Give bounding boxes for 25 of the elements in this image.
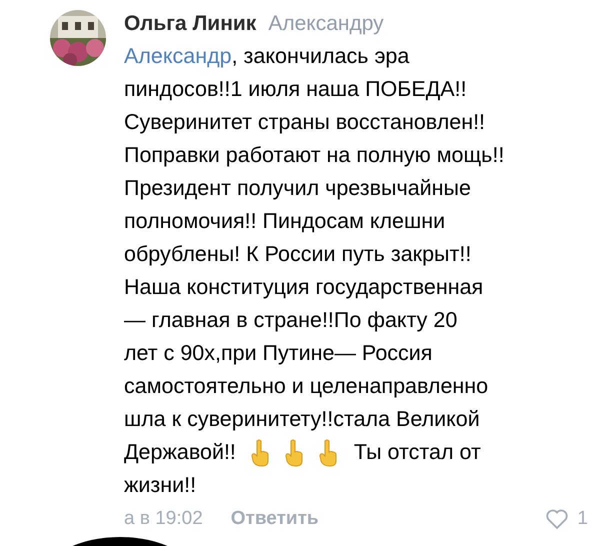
pointing-hand-icon xyxy=(284,438,304,466)
comment-text: обрублены! К России путь закрыт!! xyxy=(124,241,472,268)
reply-to-name[interactable]: Александру xyxy=(268,12,384,36)
comment-text: , закончилась эра xyxy=(232,43,410,70)
like-count: 1 xyxy=(577,508,588,530)
comment-text: — главная в стране!!По факту 20 xyxy=(124,307,458,334)
comment-text: лет с 90х,при Путине— Россия xyxy=(124,340,432,368)
comment-text: пиндосов!!1 июля наша ПОБЕДА!! xyxy=(124,76,467,104)
comment-text: шла к суверинитету!!стала Великой xyxy=(124,406,480,434)
author-name[interactable]: Ольга Линик xyxy=(124,12,256,36)
comment-text: Поправки работают на полную мощь!! xyxy=(124,142,504,170)
comment-text: жизни!! xyxy=(124,472,196,500)
comment-text: самостоятельно и целенаправленно xyxy=(124,373,488,400)
like-button[interactable]: 1 xyxy=(545,508,588,530)
comment-text: Державой!! xyxy=(124,439,236,466)
pointing-hand-icon xyxy=(250,438,270,466)
reply-button[interactable]: Ответить xyxy=(230,508,319,530)
comment-text: Наша конституция государственная xyxy=(124,274,484,302)
comment-text: Ты отстал от xyxy=(354,439,481,466)
comment-text: Суверинитет страны восстановлен!! xyxy=(124,109,486,136)
pointing-hand-icon xyxy=(318,438,338,466)
comment-time: а в 19:02 xyxy=(124,508,203,530)
comment-text: полномочия!! Пиндосам клешни xyxy=(124,208,446,236)
mention-link[interactable]: Александр xyxy=(124,40,232,73)
comment-text: Президент получил чрезвычайные xyxy=(124,175,471,202)
